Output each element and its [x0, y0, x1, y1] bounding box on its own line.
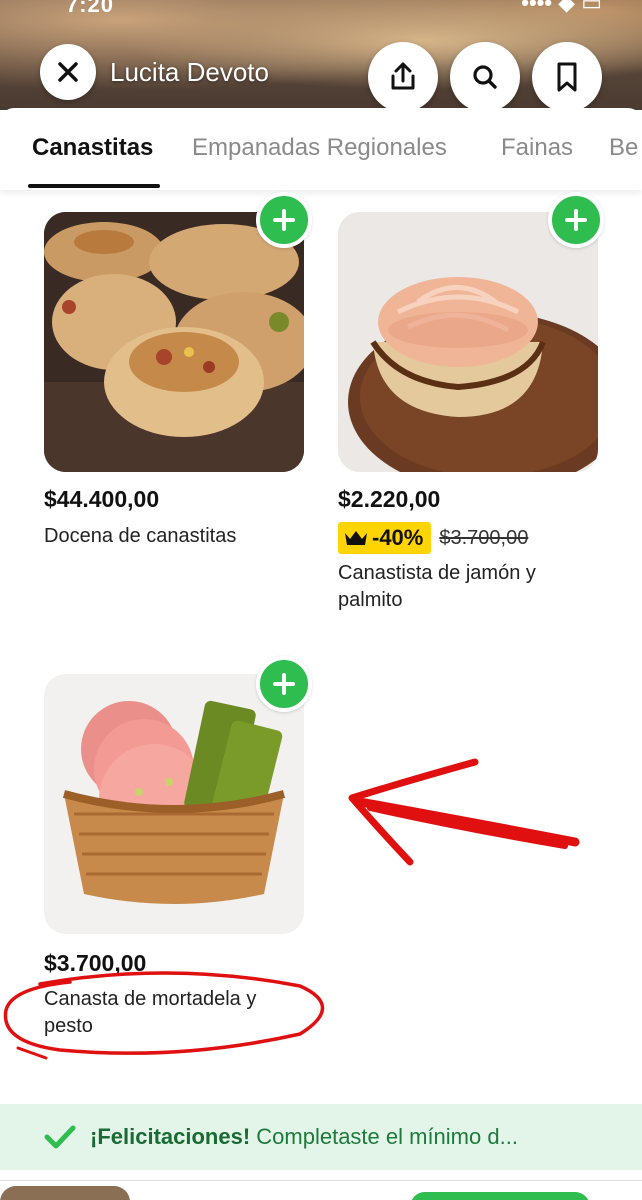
check-icon: [44, 1125, 76, 1149]
category-tabs: Canastitas Empanadas Regionales Fainas B…: [0, 108, 642, 190]
product-image[interactable]: [44, 674, 304, 934]
close-button[interactable]: [40, 44, 96, 100]
add-button[interactable]: [548, 192, 604, 248]
tab-canastitas[interactable]: Canastitas: [32, 134, 153, 162]
store-pill: Lucita Devoto: [40, 44, 269, 100]
discount-percent: -40%: [372, 525, 424, 550]
bookmark-icon: [557, 62, 577, 92]
add-button[interactable]: [256, 656, 312, 712]
old-price: $3.700,00: [439, 526, 529, 549]
bookmark-button[interactable]: [532, 42, 602, 110]
search-button[interactable]: [450, 42, 520, 110]
product-image[interactable]: [338, 212, 598, 472]
product-name: Canastista de jamón y palmito: [338, 562, 536, 611]
tab-empanadas-regionales[interactable]: Empanadas Regionales: [192, 134, 447, 162]
product-price: $2.220,00: [338, 486, 441, 512]
search-icon: [473, 65, 497, 89]
store-header: 7:20 •••• ◆ ▭ Lucita Devoto: [0, 0, 642, 110]
product-name: Docena de canastitas: [44, 525, 237, 547]
tab-be[interactable]: Be: [609, 134, 638, 162]
annotation-arrow: [348, 758, 580, 866]
plus-icon: [273, 673, 295, 695]
cart-button[interactable]: [410, 1192, 590, 1200]
banner-text: ¡Felicitaciones! Completaste el mínimo d…: [90, 1124, 518, 1150]
add-button[interactable]: [256, 192, 312, 248]
banner-message: Completaste el mínimo d...: [250, 1124, 518, 1149]
crown-icon: [345, 531, 367, 545]
discount-row: -40% $3.700,00: [338, 522, 528, 554]
plus-icon: [273, 209, 295, 231]
discount-badge: -40%: [338, 522, 432, 554]
store-name: Lucita Devoto: [110, 56, 269, 87]
share-button[interactable]: [368, 42, 438, 110]
banner-bold: ¡Felicitaciones!: [90, 1124, 251, 1149]
plus-icon: [565, 209, 587, 231]
product-price: $44.400,00: [44, 486, 160, 512]
tab-fainas[interactable]: Fainas: [501, 134, 573, 162]
annotation-circle: [3, 971, 325, 1060]
close-icon: [58, 62, 78, 82]
cart-thumbnail: [0, 1186, 130, 1200]
active-tab-indicator: [28, 184, 160, 188]
share-icon: [391, 62, 415, 90]
status-time: 7:20: [66, 0, 115, 17]
minimum-order-banner: ¡Felicitaciones! Completaste el mínimo d…: [0, 1104, 642, 1170]
product-image[interactable]: [44, 212, 304, 472]
status-icons: •••• ◆ ▭: [521, 0, 602, 15]
header-actions: [368, 42, 602, 110]
